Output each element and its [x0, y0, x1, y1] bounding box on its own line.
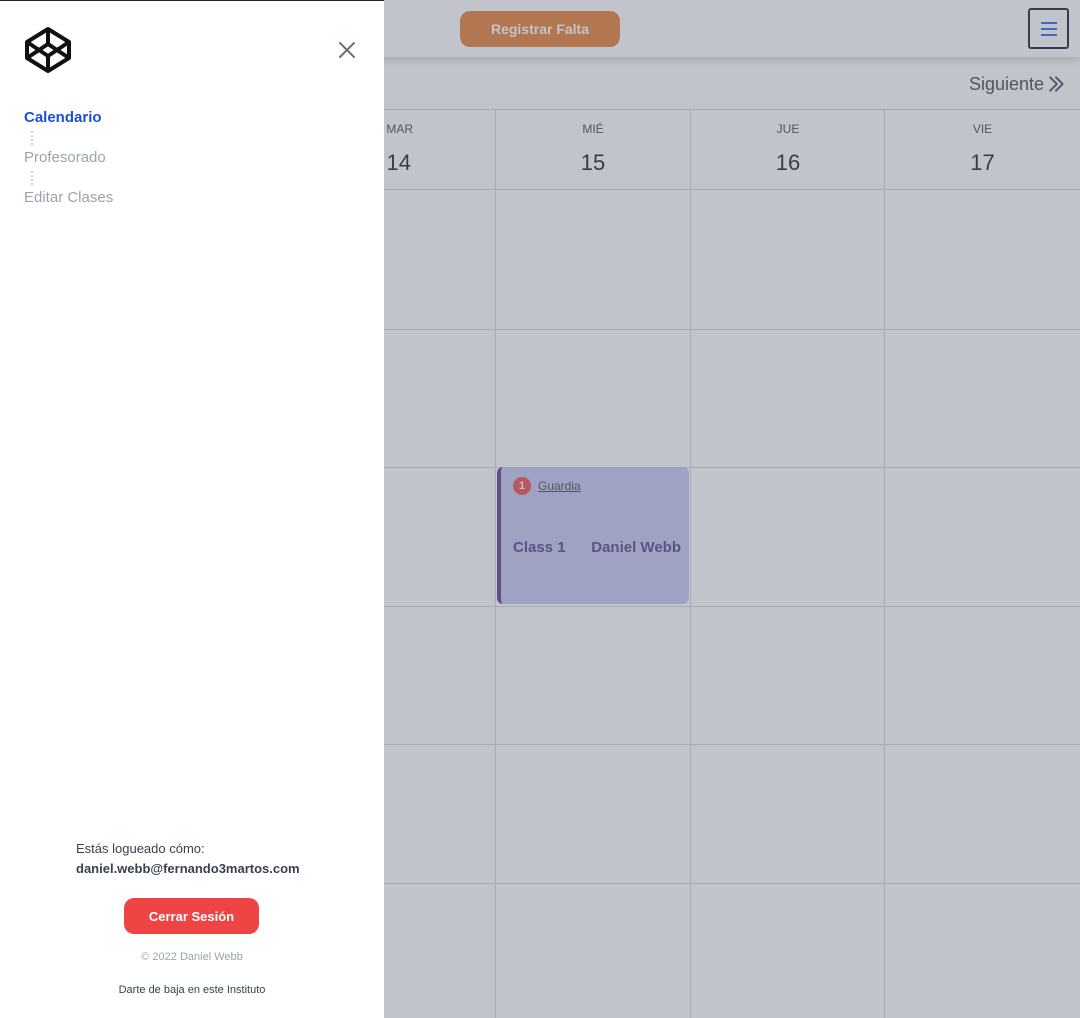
- login-info: Estás logueado cómo: daniel.webb@fernand…: [76, 839, 300, 879]
- sidebar-drawer: Calendario Profesorado Editar Clases Est…: [0, 0, 384, 1018]
- sidebar-nav: Calendario Profesorado Editar Clases: [24, 107, 113, 209]
- login-prefix: Estás logueado cómo:: [76, 841, 205, 856]
- nav-separator: [24, 169, 38, 187]
- logout-button[interactable]: Cerrar Sesión: [124, 898, 259, 934]
- unsubscribe-link[interactable]: Darte de baja en este Instituto: [0, 984, 384, 996]
- sidebar-item-calendario[interactable]: Calendario: [24, 107, 113, 129]
- sidebar-item-editar-clases[interactable]: Editar Clases: [24, 187, 113, 209]
- nav-separator: [24, 129, 38, 147]
- login-email: daniel.webb@fernando3martos.com: [76, 861, 300, 876]
- close-icon[interactable]: [336, 39, 358, 61]
- copyright: © 2022 Daniel Webb: [141, 951, 243, 963]
- codepen-logo-icon: [25, 27, 71, 73]
- sidebar-item-profesorado[interactable]: Profesorado: [24, 147, 113, 169]
